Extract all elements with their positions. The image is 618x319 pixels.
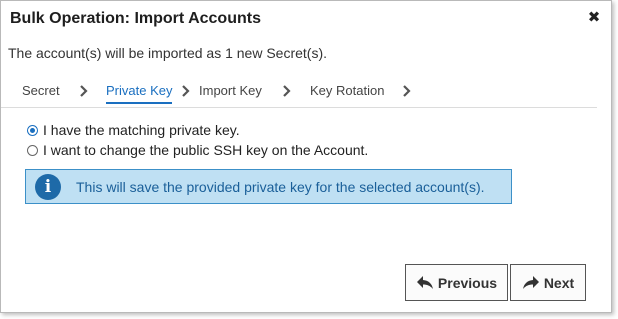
reply-arrow-icon: [416, 275, 433, 289]
chevron-right-icon: [80, 85, 88, 97]
option-label: I want to change the public SSH key on t…: [43, 142, 369, 158]
step-key-rotation[interactable]: Key Rotation: [310, 83, 384, 98]
info-text: This will save the provided private key …: [76, 179, 485, 195]
previous-button[interactable]: Previous: [405, 264, 508, 301]
info-icon: i: [35, 174, 61, 200]
info-alert: i This will save the provided private ke…: [25, 169, 512, 204]
close-icon[interactable]: ✖: [587, 10, 601, 25]
dialog-header: Bulk Operation: Import Accounts ✖: [1, 1, 611, 37]
option-label: I have the matching private key.: [43, 122, 240, 138]
chevron-right-icon: [182, 85, 190, 97]
dialog-title: Bulk Operation: Import Accounts: [10, 10, 261, 27]
step-private-key[interactable]: Private Key: [106, 83, 173, 104]
option-change-public-key[interactable]: I want to change the public SSH key on t…: [27, 140, 368, 160]
forward-arrow-icon: [522, 275, 539, 289]
chevron-right-icon: [283, 85, 291, 97]
dialog-description: The account(s) will be imported as 1 new…: [8, 45, 328, 61]
import-accounts-dialog: Bulk Operation: Import Accounts ✖ The ac…: [0, 0, 612, 313]
next-button[interactable]: Next: [510, 264, 586, 301]
previous-label: Previous: [437, 274, 498, 291]
step-secret[interactable]: Secret: [22, 83, 60, 98]
chevron-right-icon: [403, 85, 411, 97]
key-options: I have the matching private key. I want …: [27, 120, 368, 160]
radio-change-public-key[interactable]: [27, 144, 38, 156]
next-label: Next: [543, 274, 575, 291]
step-import-key[interactable]: Import Key: [199, 83, 262, 98]
wizard-steps: Secret Private Key Import Key Key Rotati…: [1, 81, 597, 108]
radio-have-private-key[interactable]: [27, 124, 38, 136]
option-have-private-key[interactable]: I have the matching private key.: [27, 120, 368, 140]
